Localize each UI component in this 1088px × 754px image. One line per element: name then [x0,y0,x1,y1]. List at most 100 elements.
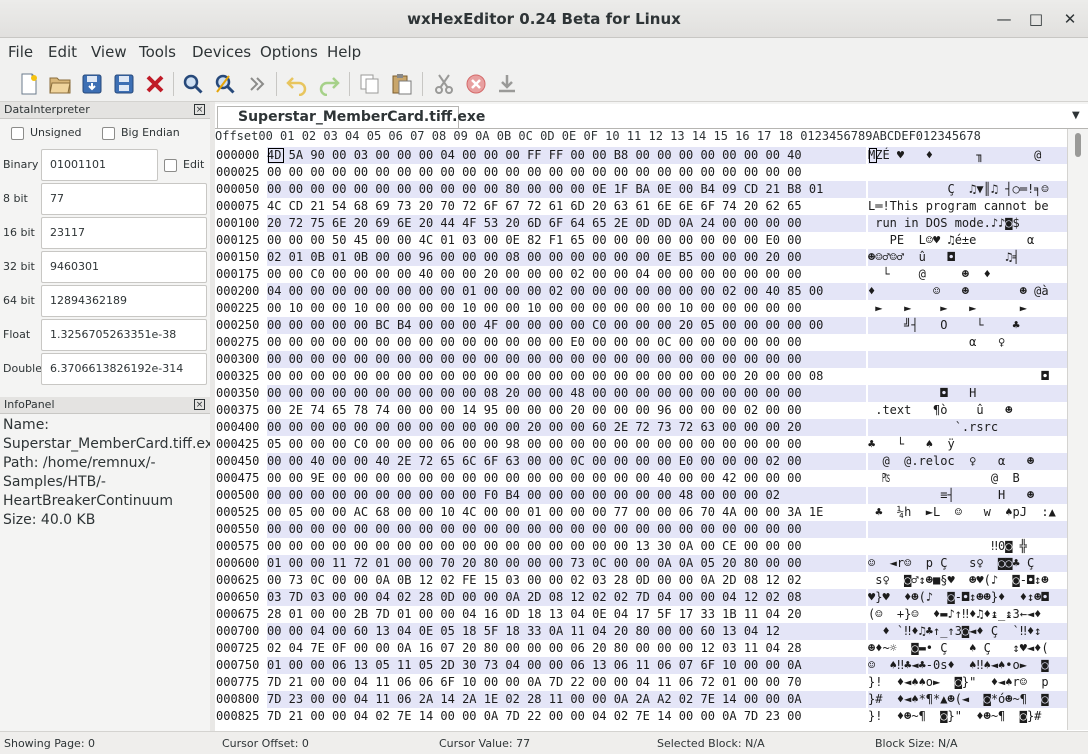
row-text[interactable]: ☻♦~☼ ◙▬• Ç ♠ Ç ↕♥◄♦( [868,640,1067,657]
row-hex-bytes[interactable]: 01 00 00 11 72 01 00 00 70 20 80 00 00 0… [267,555,866,572]
undo-icon[interactable] [285,72,309,96]
menu-devices[interactable]: Devices [192,43,251,61]
hex-row[interactable]: 000500 00 00 00 00 00 00 00 00 00 00 F0 B… [215,487,1067,504]
row-text[interactable]: ♥}♥ ♦☻(♪ ◙-◘↕☻☻}♦ ♦↕☻◘ [868,589,1067,606]
big-endian-checkbox[interactable] [102,127,115,140]
menu-edit[interactable]: Edit [48,43,77,61]
row-hex-bytes[interactable]: 00 00 00 00 00 BC B4 00 00 00 4F 00 00 0… [267,317,866,334]
hex-view[interactable]: 000000 4D 5A 90 00 03 00 00 00 04 00 00 0… [215,147,1067,730]
row-hex-bytes[interactable]: 00 00 00 00 00 00 00 00 00 00 08 20 00 0… [267,385,866,402]
row-text[interactable]: ◘ [868,368,1067,385]
row-hex-bytes[interactable]: 00 00 00 00 00 00 00 00 00 00 00 00 00 0… [267,351,866,368]
row-text[interactable]: L═!This program cannot be [868,198,1067,215]
hex-row[interactable]: 000425 05 00 00 00 C0 00 00 00 06 00 00 9… [215,436,1067,453]
redo-icon[interactable] [317,72,341,96]
scrollbar-thumb[interactable] [1075,133,1081,157]
row-text[interactable]: MZÉ ♥ ♦ ╖ @ [868,147,1067,164]
menu-view[interactable]: View [91,43,127,61]
row-text[interactable]: `.rsrc [868,419,1067,436]
open-file-icon[interactable] [48,72,72,96]
hex-row[interactable]: 000125 00 00 00 50 45 00 00 4C 01 03 00 0… [215,232,1067,249]
insert-icon[interactable] [495,72,519,96]
row-text[interactable] [868,164,1067,181]
row-hex-bytes[interactable]: 00 00 9E 00 00 00 00 00 00 00 00 00 00 0… [267,470,866,487]
row-hex-bytes[interactable]: 00 10 00 00 10 00 00 00 00 10 00 00 10 0… [267,300,866,317]
row-text[interactable]: (☺ +}☺ ♦▬♪↑‼♦♫♦↨_↨3←◄♦ [868,606,1067,623]
row-hex-bytes[interactable]: 00 73 0C 00 00 0A 0B 12 02 FE 15 03 00 0… [267,572,866,589]
row-hex-bytes[interactable]: 00 00 00 00 00 00 00 00 00 00 00 80 00 0… [267,181,866,198]
row-hex-bytes[interactable]: 01 00 00 06 13 05 11 05 2D 30 73 04 00 0… [267,657,866,674]
row-text[interactable]: ╝┤ O └ ♣ [868,317,1067,334]
save-as-icon[interactable] [112,72,136,96]
close-window-button[interactable]: ✕ [1059,8,1081,30]
row-hex-bytes[interactable]: 00 00 00 00 00 00 00 00 00 00 00 00 20 0… [267,419,866,436]
double-field[interactable]: 6.3706613826192e-314 [41,353,207,385]
close-file-icon[interactable] [143,72,167,96]
hex-row[interactable]: 000225 00 10 00 00 10 00 00 00 00 10 00 0… [215,300,1067,317]
row-text[interactable]: }! ♦◄♠♠o► ◙}" ♦◄♠r☺ p [868,674,1067,691]
hex-row[interactable]: 000575 00 00 00 00 00 00 00 00 00 00 00 0… [215,538,1067,555]
hex-row[interactable]: 000525 00 05 00 00 AC 68 00 00 10 4C 00 0… [215,504,1067,521]
menu-file[interactable]: File [8,43,33,61]
hex-row[interactable]: 000375 00 2E 74 65 78 74 00 00 00 14 95 0… [215,402,1067,419]
hex-row[interactable]: 000450 00 00 40 00 00 40 2E 72 65 6C 6F 6… [215,453,1067,470]
hex-row[interactable]: 000175 00 00 C0 00 00 00 00 40 00 00 20 0… [215,266,1067,283]
row-text[interactable]: ☺ ♠‼♣◄♣-0s♦ ♠‼♠◄♠•o► ◙ [868,657,1067,674]
row-hex-bytes[interactable]: 02 04 7E 0F 00 00 0A 16 07 20 80 00 00 0… [267,640,866,657]
hex-row[interactable]: 000275 00 00 00 00 00 00 00 00 00 00 00 0… [215,334,1067,351]
minimize-button[interactable]: — [993,8,1015,30]
row-hex-bytes[interactable]: 00 05 00 00 AC 68 00 00 10 4C 00 00 01 0… [267,504,866,521]
hex-row[interactable]: 000700 00 00 04 00 60 13 04 0E 05 18 5F 1… [215,623,1067,640]
hex-row[interactable]: 000725 02 04 7E 0F 00 00 0A 16 07 20 80 0… [215,640,1067,657]
row-hex-bytes[interactable]: 00 2E 74 65 78 74 00 00 00 14 95 00 00 0… [267,402,866,419]
save-icon[interactable] [80,72,104,96]
row-text[interactable]: @ @.reloc ♀ α ☻ [868,453,1067,470]
hex-row[interactable]: 000825 7D 21 00 00 04 02 7E 14 00 00 0A 7… [215,708,1067,725]
hex-row[interactable]: 000250 00 00 00 00 00 BC B4 00 00 00 4F 0… [215,317,1067,334]
row-text[interactable]: ☻☺♂☺♂ û ◘ ♫╡ [868,249,1067,266]
row-hex-bytes[interactable]: 00 00 00 50 45 00 00 4C 01 03 00 0E 82 F… [267,232,866,249]
row-hex-bytes[interactable]: 04 00 00 00 00 00 00 00 00 01 00 00 00 0… [267,283,866,300]
hex-row[interactable]: 000775 7D 21 00 00 04 11 06 06 6F 10 00 0… [215,674,1067,691]
row-text[interactable]: └ @ ☻ ♦ [868,266,1067,283]
close-icon[interactable]: × [194,399,205,410]
copy-icon[interactable] [358,72,382,96]
hex-row[interactable]: 000650 03 7D 03 00 00 04 02 28 0D 00 00 0… [215,589,1067,606]
maximize-button[interactable]: □ [1025,8,1047,30]
row-text[interactable]: .text ¶ò û ☻ [868,402,1067,419]
hex-row[interactable]: 000400 00 00 00 00 00 00 00 00 00 00 00 0… [215,419,1067,436]
hex-row[interactable]: 000475 00 00 9E 00 00 00 00 00 00 00 00 0… [215,470,1067,487]
row-hex-bytes[interactable]: 02 01 0B 01 0B 00 00 96 00 00 00 08 00 0… [267,249,866,266]
menu-options[interactable]: Options [260,43,318,61]
row-text[interactable]: ► ► ► ► ► [868,300,1067,317]
row-hex-bytes[interactable]: 05 00 00 00 C0 00 00 00 06 00 00 98 00 0… [267,436,866,453]
hex-row[interactable]: 000000 4D 5A 90 00 03 00 00 00 04 00 00 0… [215,147,1067,164]
row-text[interactable]: ♣ ¼h ►L ☺ w ♠pJ :▲ [868,504,1067,521]
row-hex-bytes[interactable]: 7D 23 00 00 04 11 06 2A 14 2A 1E 02 28 1… [267,691,866,708]
hex-row[interactable]: 000025 00 00 00 00 00 00 00 00 00 00 00 0… [215,164,1067,181]
hex-row[interactable]: 000150 02 01 0B 01 0B 00 00 96 00 00 00 0… [215,249,1067,266]
row-hex-bytes[interactable]: 7D 21 00 00 04 11 06 06 6F 10 00 00 0A 7… [267,674,866,691]
row-hex-bytes[interactable]: 20 72 75 6E 20 69 6E 20 44 4F 53 20 6D 6… [267,215,866,232]
hex-row[interactable]: 000550 00 00 00 00 00 00 00 00 00 00 00 0… [215,521,1067,538]
hex-row[interactable]: 000325 00 00 00 00 00 00 00 00 00 00 00 0… [215,368,1067,385]
row-text[interactable]: s♀ ◙♂↕☻■§♥ ☻♥(♪ ◙-◘↕☻ [868,572,1067,589]
row-text[interactable]: }# ♦◄♠*¶*▲☻(◄ ◙*ó☻~¶ ◙ [868,691,1067,708]
cut-icon[interactable] [432,72,456,96]
row-text[interactable]: ♣ └ ♠ ÿ [868,436,1067,453]
row-hex-bytes[interactable]: 00 00 00 00 00 00 00 00 00 00 00 00 00 0… [267,164,866,181]
row-text[interactable]: }! ♦☻~¶ ◙}" ♦☻~¶ ◙}# [868,708,1067,725]
file-tab[interactable]: Superstar_MemberCard.tiff.exe [217,106,485,129]
row-text[interactable]: ☺ ◄r☺ p Ç s♀ ◙◙♣ Ç [868,555,1067,572]
row-hex-bytes[interactable]: 00 00 00 00 00 00 00 00 00 00 F0 B4 00 0… [267,487,866,504]
find-icon[interactable] [181,72,205,96]
row-hex-bytes[interactable]: 00 00 C0 00 00 00 00 40 00 00 20 00 00 0… [267,266,866,283]
menu-help[interactable]: Help [327,43,361,61]
8bit-field[interactable]: 77 [41,183,207,215]
delete-icon[interactable] [464,72,488,96]
row-text[interactable]: Ç ♫▼║♫ ┤○═!╕☺ [868,181,1067,198]
row-hex-bytes[interactable]: 00 00 00 00 00 00 00 00 00 00 00 00 00 0… [267,334,866,351]
64bit-field[interactable]: 12894362189 [41,285,207,317]
replace-icon[interactable] [213,72,237,96]
goto-icon[interactable] [245,72,269,96]
